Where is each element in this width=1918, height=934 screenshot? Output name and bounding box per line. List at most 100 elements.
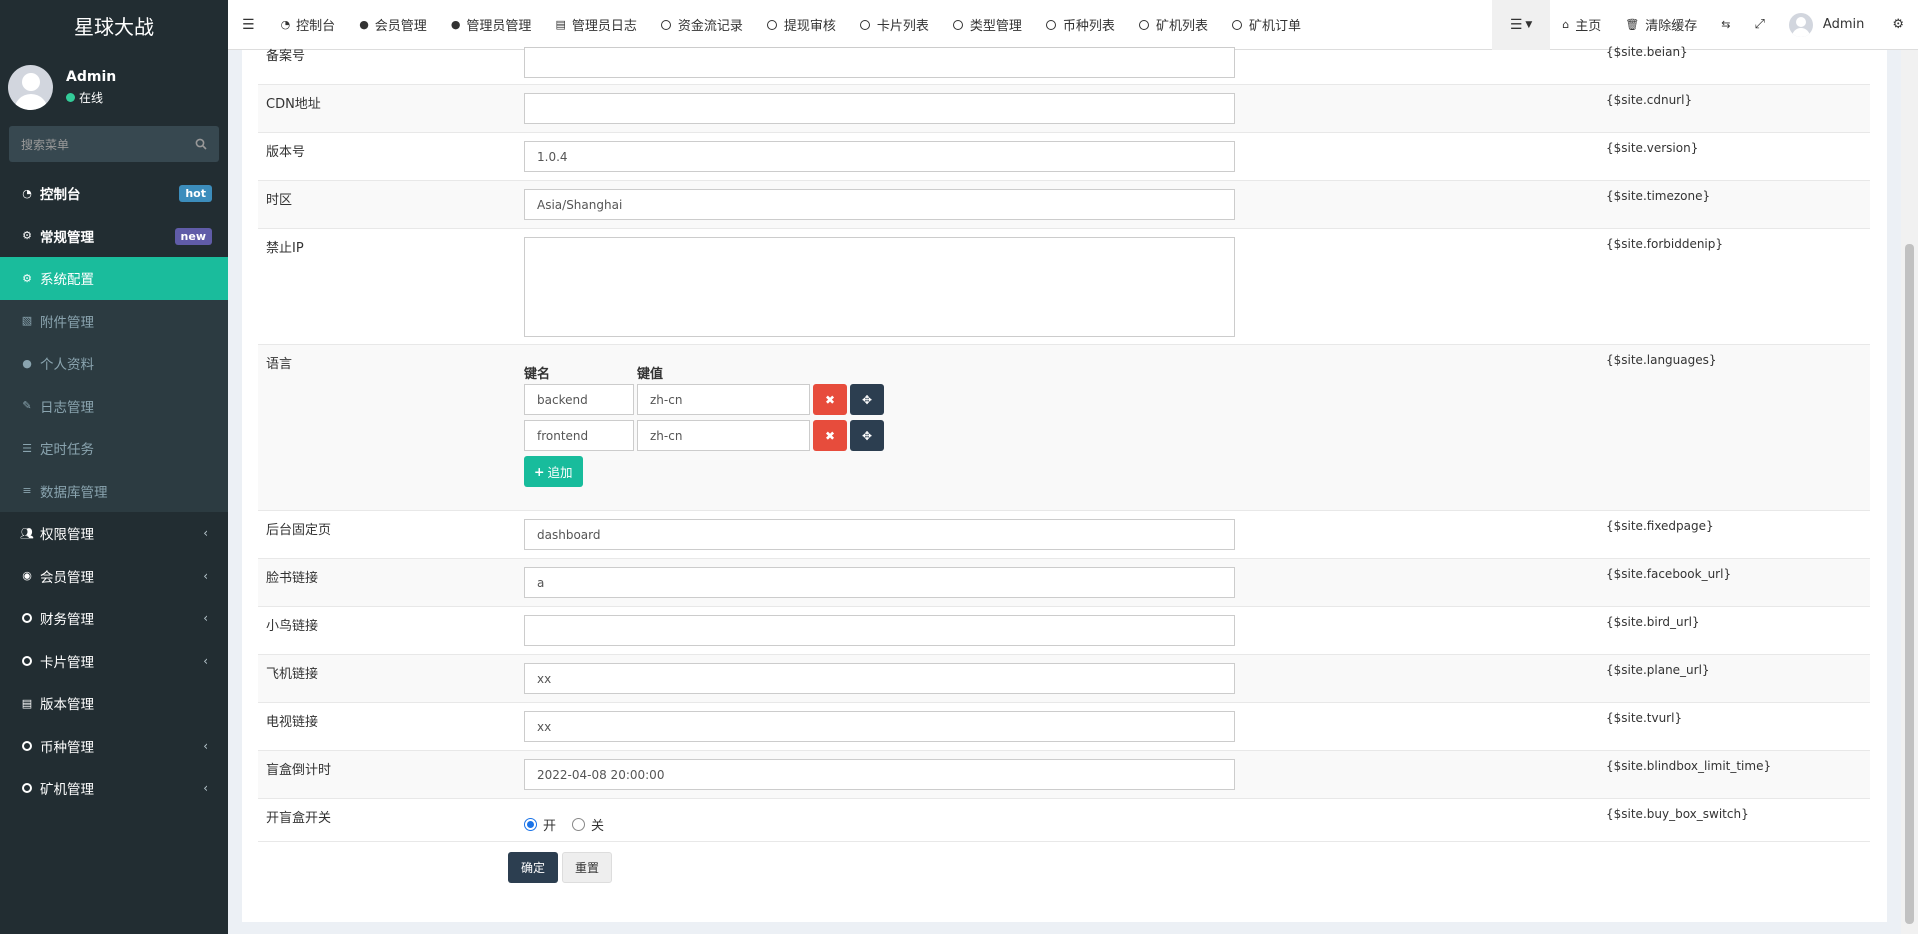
sidebar-item-currencies[interactable]: 币种管理 ‹ [0, 725, 228, 768]
append-label: 追加 [547, 465, 573, 480]
sidebar-item-system-config[interactable]: ⚙ 系统配置 [0, 257, 228, 300]
form-row-fixedpage: 后台固定页 {$site.fixedpage} [258, 511, 1870, 559]
hot-badge: hot [179, 185, 212, 202]
field-label: CDN地址 [266, 97, 321, 112]
tv-url-field[interactable] [524, 711, 1235, 742]
user-icon: ● [450, 18, 461, 31]
sidebar-item-database[interactable]: ≡ 数据库管理 [0, 469, 228, 512]
sidebar-item-label: 会员管理 [40, 569, 94, 586]
avatar [8, 64, 53, 110]
language-key-input[interactable] [524, 420, 634, 451]
sidebar-item-profile[interactable]: ● 个人资料 [0, 342, 228, 385]
cogs-icon: ⚙ [1892, 17, 1904, 32]
variable-name: {$site.forbiddenip} [1606, 237, 1724, 251]
field-label: 时区 [266, 193, 293, 208]
user-name: Admin [66, 68, 117, 85]
sidebar-item-label: 个人资料 [40, 357, 94, 374]
circle-icon [766, 19, 777, 30]
drag-row-button[interactable]: ✥ [850, 384, 884, 415]
tab-label: 卡片列表 [876, 19, 929, 34]
language-key-input[interactable] [524, 384, 634, 415]
app-logo[interactable]: 星球大战 [0, 0, 228, 50]
expand-icon: ⤢ [1754, 17, 1765, 32]
cogs-icon: ⚙ [22, 229, 32, 243]
search-icon[interactable] [195, 138, 207, 150]
tab-label: 矿机订单 [1248, 19, 1301, 34]
scrollbar-thumb[interactable] [1905, 244, 1914, 924]
language-value-input[interactable] [637, 420, 810, 451]
sidebar-item-dashboard[interactable]: ◔ 控制台 hot [0, 172, 228, 215]
menu-search-input[interactable]: 搜索菜单 [9, 126, 219, 162]
forbiddenip-field[interactable] [524, 237, 1235, 337]
radio-off[interactable] [572, 818, 586, 831]
variable-name: {$site.fixedpage} [1606, 519, 1714, 533]
beian-field[interactable] [524, 47, 1235, 78]
remove-row-button[interactable]: ✖ [813, 384, 847, 415]
field-label: 版本号 [266, 145, 306, 160]
user-panel: Admin 在线 [0, 50, 228, 124]
sidebar-item-label: 币种管理 [40, 739, 94, 756]
sidebar-item-auth[interactable]: 👥︎ 权限管理 ‹ [0, 512, 228, 555]
bird-url-field[interactable] [524, 615, 1235, 646]
append-button[interactable]: + 追加 [524, 456, 583, 487]
version-field[interactable] [524, 141, 1235, 172]
arrows-icon: ✥ [861, 392, 873, 407]
tab-label: 控制台 [296, 19, 336, 34]
sidebar-item-cards[interactable]: 卡片管理 ‹ [0, 640, 228, 683]
form-row-plane: 飞机链接 {$site.plane_url} [258, 655, 1870, 703]
field-label: 备案号 [266, 49, 306, 64]
page-scrollbar[interactable] [1901, 50, 1918, 934]
fixedpage-field[interactable] [524, 519, 1235, 550]
field-label: 电视链接 [266, 715, 319, 730]
chevron-left-icon: ‹ [203, 781, 208, 796]
sidebar-item-label: 常规管理 [40, 229, 94, 246]
home-label: 主页 [1575, 19, 1602, 34]
sidebar-item-label: 卡片管理 [40, 654, 94, 671]
field-label: 小鸟链接 [266, 619, 319, 634]
config-form: 备案号 {$site.beian} CDN地址 {$site.cdnurl} 版… [242, 45, 1887, 922]
facebook-url-field[interactable] [524, 567, 1235, 598]
user-menu-label: Admin [1822, 17, 1865, 32]
list-icon: ☰ [1509, 16, 1523, 33]
form-row-version: 版本号 {$site.version} [258, 133, 1870, 181]
sidebar-item-logs[interactable]: ✎ 日志管理 [0, 384, 228, 427]
cdnurl-field[interactable] [524, 93, 1235, 124]
radio-on[interactable] [524, 818, 537, 831]
language-value-input[interactable] [637, 384, 810, 415]
form-row-blindbox: 盲盒倒计时 {$site.blindbox_limit_time} [258, 751, 1870, 799]
drag-row-button[interactable]: ✥ [850, 420, 884, 451]
sidebar-item-versions[interactable]: ▤ 版本管理 [0, 682, 228, 725]
form-row-languages: 语言 键名 键值 ✖ ✥ ✖ ✥ + 追加 {$site.languages} [258, 345, 1870, 511]
tab-label: 提现审核 [783, 19, 836, 34]
sidebar-item-label: 日志管理 [40, 399, 94, 416]
circle-icon [1138, 19, 1149, 30]
chevron-left-icon: ‹ [203, 526, 208, 541]
sidebar-item-label: 控制台 [40, 187, 81, 204]
remove-row-button[interactable]: ✖ [813, 420, 847, 451]
variable-name: {$site.version} [1606, 141, 1699, 155]
sidebar-item-cron[interactable]: ☰ 定时任务 [0, 427, 228, 470]
circle-icon [660, 19, 671, 30]
blindbox-time-field[interactable] [524, 759, 1235, 790]
control-sidebar-button[interactable]: ⚙ [1880, 0, 1918, 50]
group-icon: 👥︎ [20, 526, 34, 540]
tab-label: 会员管理 [374, 19, 427, 34]
timezone-field[interactable] [524, 189, 1235, 220]
gear-icon: ⚙ [22, 271, 32, 285]
form-row-beian: 备案号 {$site.beian} [258, 37, 1870, 85]
sidebar-item-finance[interactable]: 财务管理 ‹ [0, 597, 228, 640]
image-icon: ▧ [21, 314, 33, 328]
key-column-header: 键名 [524, 367, 551, 382]
sidebar-item-attachments[interactable]: ▧ 附件管理 [0, 299, 228, 342]
circle-icon [20, 613, 34, 624]
sidebar-item-miners[interactable]: 矿机管理 ‹ [0, 767, 228, 810]
user-icon: ● [359, 18, 369, 31]
variable-name: {$site.languages} [1606, 353, 1717, 367]
variable-name: {$site.facebook_url} [1606, 567, 1732, 581]
reset-button[interactable]: 重置 [562, 852, 612, 883]
submit-button[interactable]: 确定 [508, 852, 558, 883]
sidebar-item-general[interactable]: ⚙ 常规管理 new [0, 215, 228, 258]
plane-url-field[interactable] [524, 663, 1235, 694]
sidebar-item-members[interactable]: ◉ 会员管理 ‹ [0, 555, 228, 598]
trash-icon: 🗑︎ [1625, 18, 1640, 31]
